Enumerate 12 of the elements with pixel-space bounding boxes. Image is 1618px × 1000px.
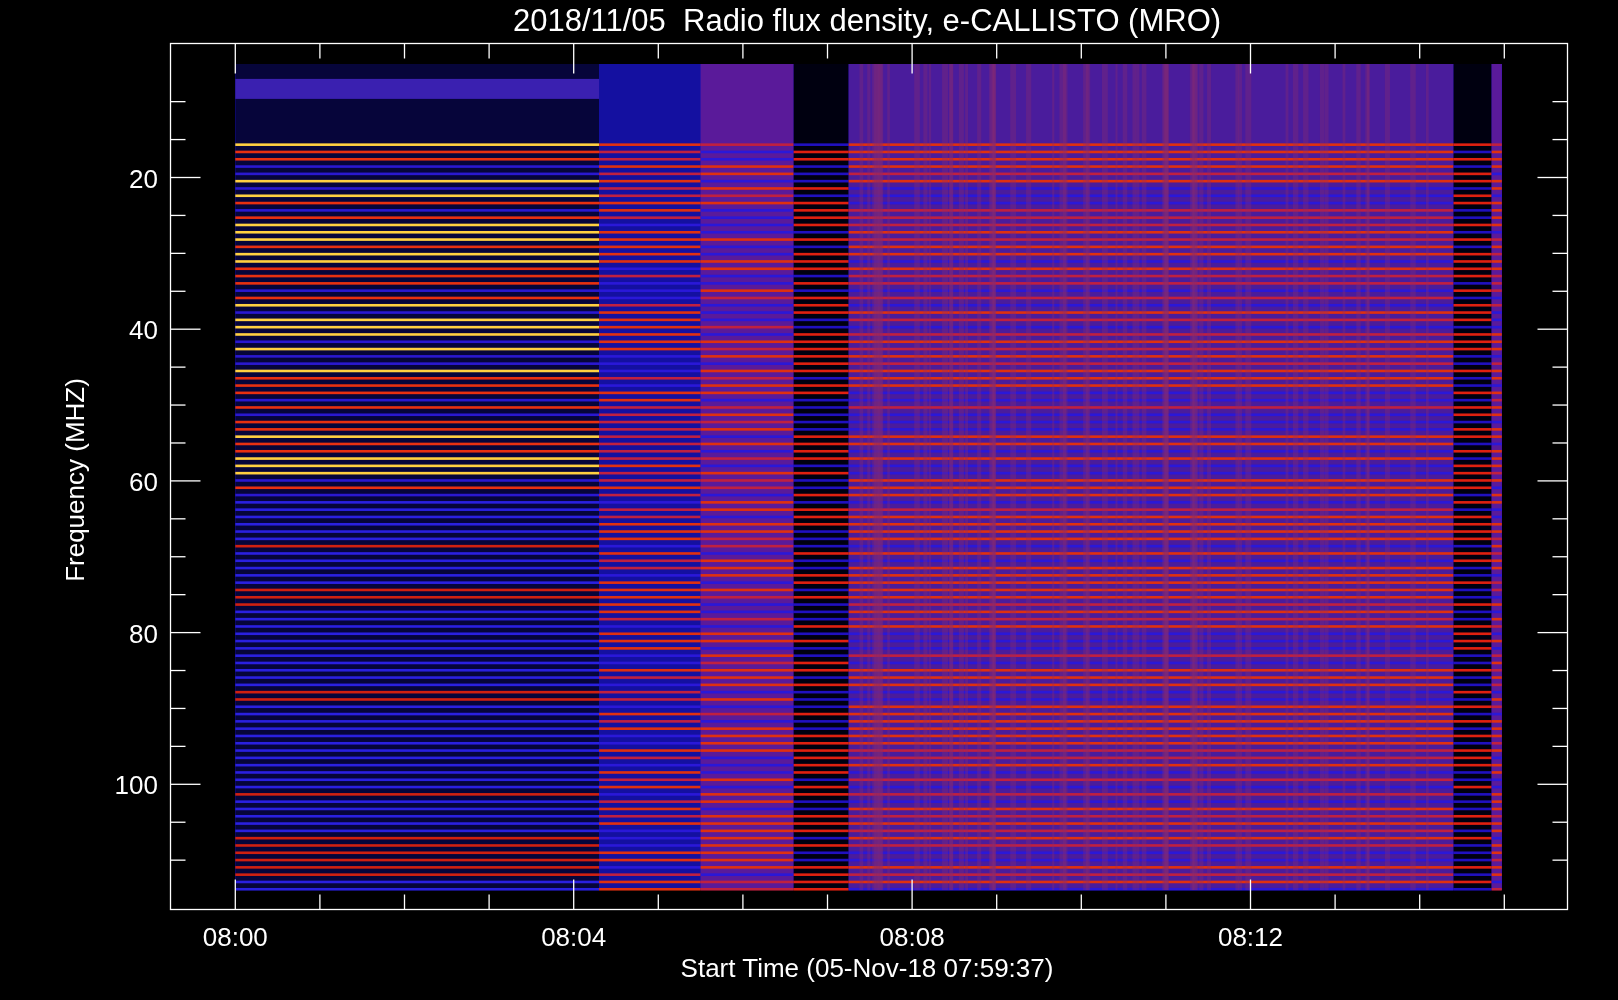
tick-label: 60 [129,466,158,497]
tick-label: 08:04 [541,922,607,952]
axis-label: Frequency (MHZ) [60,378,90,582]
tick-label: 100 [114,770,158,801]
tick-label: 20 [129,163,158,194]
tick-label: 08:00 [202,922,268,952]
axis-label: Start Time (05-Nov-18 07:59:37) [680,953,1054,983]
tick-label: 08:08 [879,922,945,952]
tick-label: 80 [129,618,158,649]
tick-label: 40 [129,315,158,346]
plot-title: 2018/11/05 Radio flux density, e-CALLISTO (MRO) [512,3,1222,38]
tick-label: 08:12 [1217,922,1284,952]
